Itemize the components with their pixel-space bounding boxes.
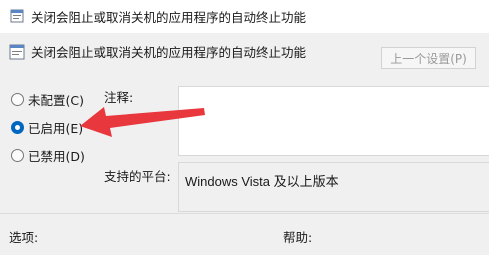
policy-settings-icon	[10, 9, 24, 23]
comment-textarea[interactable]	[178, 86, 489, 156]
window-title: 关闭会阻止或取消关机的应用程序的自动终止功能	[31, 10, 307, 25]
help-label: 帮助:	[283, 230, 313, 245]
radio-disabled[interactable]: 已禁用(D)	[11, 146, 85, 164]
supported-on-value: Windows Vista 及以上版本	[185, 174, 339, 189]
radio-circle[interactable]	[11, 120, 24, 134]
radio-label: 未配置(C)	[28, 92, 84, 108]
radio-enabled[interactable]: 已启用(E)	[11, 118, 83, 136]
title-bar: 关闭会阻止或取消关机的应用程序的自动终止功能	[0, 0, 489, 33]
setting-name: 关闭会阻止或取消关机的应用程序的自动终止功能	[31, 45, 307, 60]
policy-settings-icon	[9, 44, 25, 60]
radio-circle[interactable]	[11, 92, 24, 106]
supported-on-label: 支持的平台:	[104, 169, 171, 184]
radio-not-configured[interactable]: 未配置(C)	[11, 90, 84, 108]
radio-label: 已启用(E)	[28, 120, 84, 136]
radio-circle[interactable]	[11, 148, 24, 162]
annotation-arrow-icon	[80, 107, 205, 137]
previous-setting-button[interactable]: 上一个设置(P)	[381, 47, 476, 69]
radio-label: 已禁用(D)	[28, 148, 85, 164]
options-label: 选项:	[9, 230, 39, 245]
supported-on-box: Windows Vista 及以上版本	[178, 162, 489, 212]
section-divider	[0, 213, 489, 214]
